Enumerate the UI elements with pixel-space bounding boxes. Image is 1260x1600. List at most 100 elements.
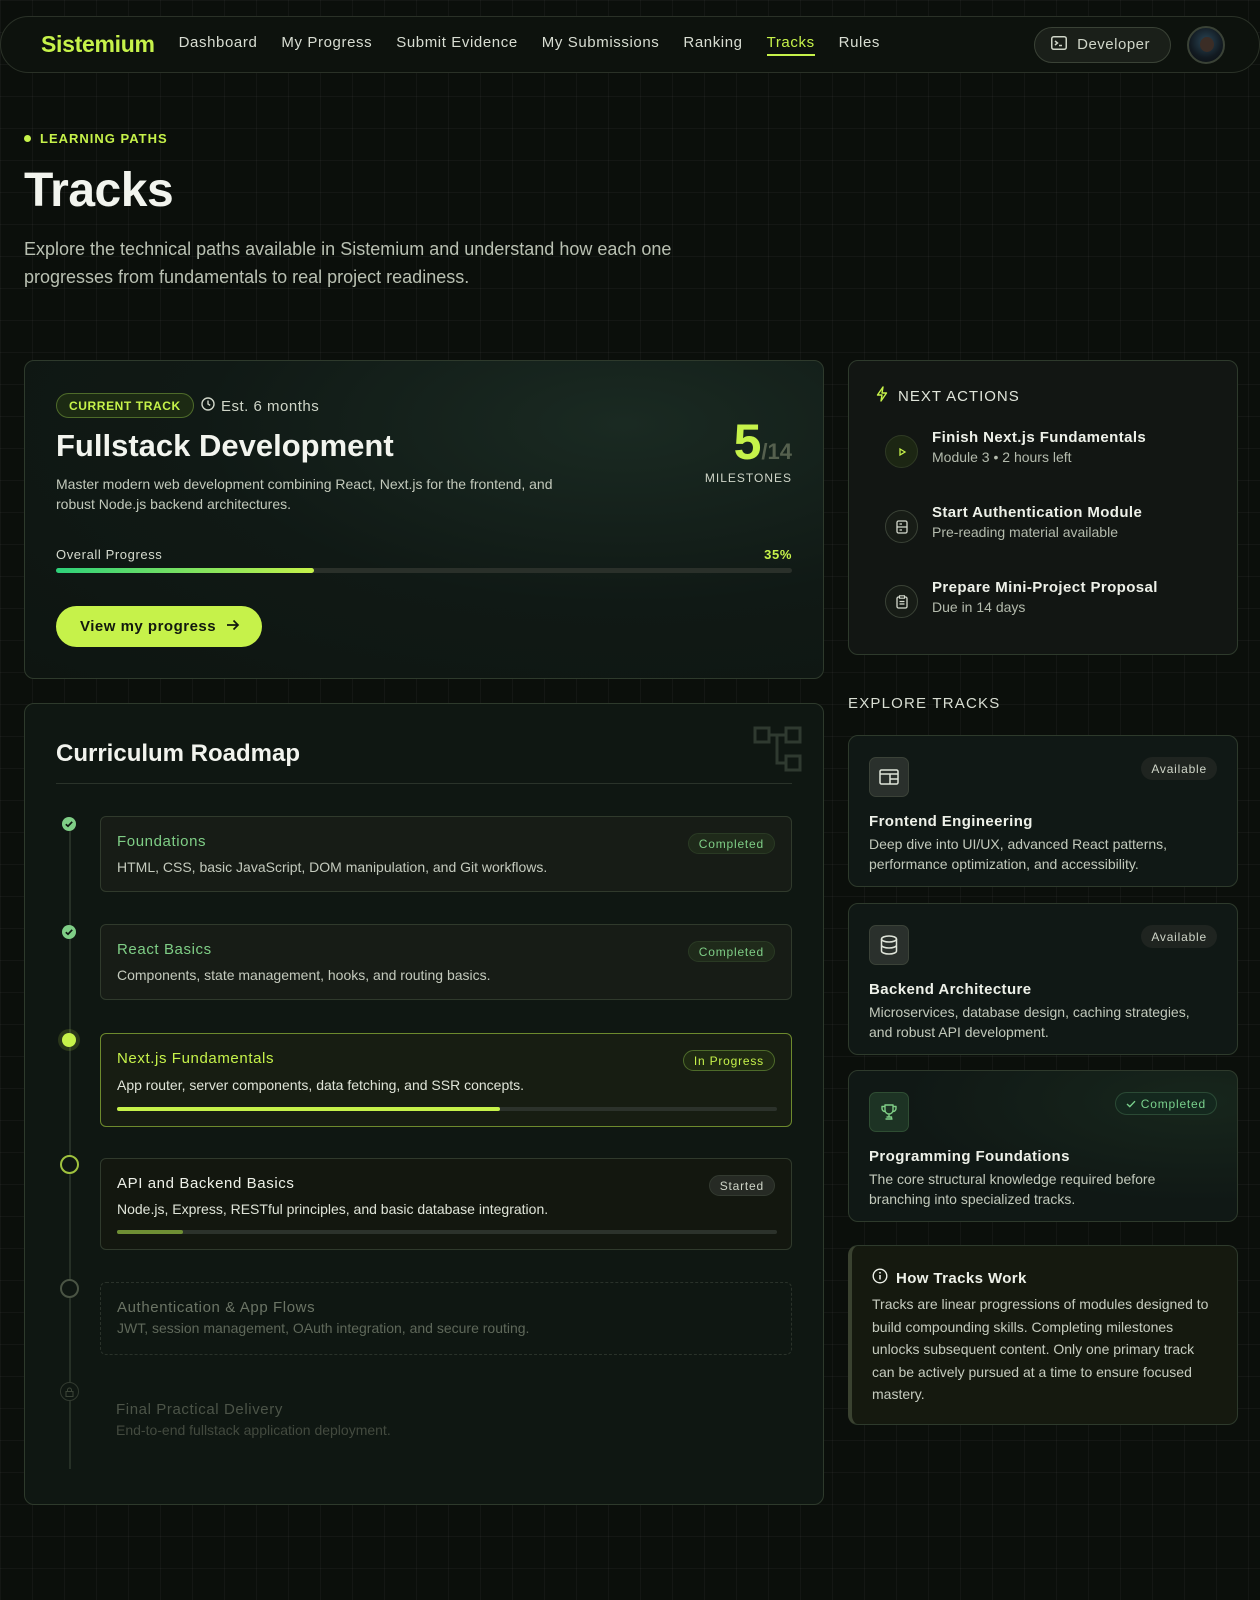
overall-progress-label: Overall Progress <box>56 547 163 562</box>
clipboard-icon <box>885 585 918 618</box>
roadmap-item-description: Node.js, Express, RESTful principles, an… <box>117 1201 549 1217</box>
roadmap-item-api-backend-basics[interactable]: API and Backend Basics Started Node.js, … <box>100 1158 792 1250</box>
play-icon <box>885 435 918 468</box>
database-icon <box>869 925 909 965</box>
check-circle-icon <box>62 817 76 831</box>
roadmap-item-final-delivery: Final Practical Delivery End-to-end full… <box>100 1385 792 1458</box>
nav-link-rules[interactable]: Rules <box>839 34 880 56</box>
next-action-subtitle: Pre-reading material available <box>932 524 1118 540</box>
how-tracks-work-card: How Tracks Work Tracks are linear progre… <box>848 1245 1238 1425</box>
next-action-title: Prepare Mini-Project Proposal <box>932 579 1158 596</box>
milestones-total: /14 <box>761 439 792 464</box>
availability-badge: Available <box>1141 757 1217 780</box>
page-eyebrow: LEARNING PATHS <box>24 131 168 146</box>
track-card-programming-foundations[interactable]: Completed Programming Foundations The co… <box>848 1070 1238 1222</box>
current-track-description: Master modern web development combining … <box>56 476 553 512</box>
how-tracks-work-header: How Tracks Work <box>872 1268 1027 1288</box>
next-action-item[interactable]: Finish Next.js Fundamentals Module 3 • 2 … <box>885 429 1146 468</box>
current-track-card: CURRENT TRACK Est. 6 months Fullstack De… <box>24 360 824 679</box>
completed-badge-label: Completed <box>1140 1096 1206 1111</box>
nav-links: Dashboard My Progress Submit Evidence My… <box>179 34 880 56</box>
current-track-badge: CURRENT TRACK <box>56 393 194 418</box>
track-name: Frontend Engineering <box>869 813 1033 830</box>
top-navbar: Sistemium Dashboard My Progress Submit E… <box>0 16 1260 73</box>
roadmap-item-name: Next.js Fundamentals <box>117 1050 275 1067</box>
roadmap-divider <box>56 783 792 784</box>
terminal-icon <box>1051 35 1068 54</box>
how-tracks-work-title: How Tracks Work <box>896 1269 1027 1287</box>
completed-badge: Completed <box>1114 1092 1217 1115</box>
track-name: Backend Architecture <box>869 981 1032 998</box>
nav-link-my-progress[interactable]: My Progress <box>281 34 372 56</box>
app-logo[interactable]: Sistemium <box>41 31 155 58</box>
page-description: Explore the technical paths available in… <box>24 239 672 287</box>
current-track-title: Fullstack Development <box>56 428 394 463</box>
server-icon <box>885 510 918 543</box>
track-card-frontend[interactable]: Available Frontend Engineering Deep dive… <box>848 735 1238 887</box>
developer-role-label: Developer <box>1077 36 1150 53</box>
next-action-subtitle: Due in 14 days <box>932 599 1026 615</box>
track-name: Programming Foundations <box>869 1148 1070 1165</box>
track-description: Microservices, database design, caching … <box>869 1004 1190 1040</box>
nav-link-my-submissions[interactable]: My Submissions <box>542 34 660 56</box>
roadmap-item-description: App router, server components, data fetc… <box>117 1077 525 1093</box>
next-actions-header: NEXT ACTIONS <box>876 386 1020 406</box>
nav-link-ranking[interactable]: Ranking <box>683 34 742 56</box>
next-actions-title: NEXT ACTIONS <box>898 387 1020 405</box>
track-card-backend[interactable]: Available Backend Architecture Microserv… <box>848 903 1238 1055</box>
roadmap-item-name: Foundations <box>117 833 207 850</box>
nav-link-tracks[interactable]: Tracks <box>766 34 815 56</box>
open-node-circle <box>60 1155 79 1174</box>
status-badge: Started <box>708 1175 775 1196</box>
track-description: The core structural knowledge required b… <box>869 1171 1156 1207</box>
arrow-right-icon <box>226 618 240 635</box>
lock-icon <box>60 1382 79 1401</box>
roadmap-item-foundations[interactable]: Foundations Completed HTML, CSS, basic J… <box>100 816 792 892</box>
roadmap-item-name: Authentication & App Flows <box>117 1299 316 1316</box>
next-actions-card: NEXT ACTIONS Finish Next.js Fundamentals… <box>848 360 1238 655</box>
roadmap-item-description: HTML, CSS, basic JavaScript, DOM manipul… <box>117 859 548 875</box>
user-avatar[interactable] <box>1187 25 1225 64</box>
next-action-title: Finish Next.js Fundamentals <box>932 429 1147 446</box>
status-badge: Completed <box>687 833 775 854</box>
nav-link-dashboard[interactable]: Dashboard <box>179 34 258 56</box>
layout-icon <box>869 757 909 797</box>
current-node-dot <box>62 1033 76 1047</box>
lightning-icon <box>876 386 888 406</box>
explore-tracks-title: EXPLORE TRACKS <box>848 695 1001 712</box>
developer-role-button[interactable]: Developer <box>1034 26 1171 63</box>
roadmap-item-react-basics[interactable]: React Basics Completed Components, state… <box>100 924 792 1000</box>
next-action-item[interactable]: Prepare Mini-Project Proposal Due in 14 d… <box>885 579 1158 618</box>
roadmap-title: Curriculum Roadmap <box>56 740 301 767</box>
roadmap-item-name: Final Practical Delivery <box>116 1401 283 1418</box>
info-icon <box>872 1268 888 1288</box>
clock-icon <box>201 397 215 415</box>
roadmap-structure-icon <box>753 726 803 777</box>
next-action-subtitle: Module 3 • 2 hours left <box>932 449 1072 465</box>
nav-link-submit-evidence[interactable]: Submit Evidence <box>396 34 518 56</box>
module-progress-fill <box>117 1107 500 1111</box>
roadmap-item-description: Components, state management, hooks, and… <box>117 967 491 983</box>
roadmap-item-name: API and Backend Basics <box>117 1175 295 1192</box>
next-action-item[interactable]: Start Authentication Module Pre-reading m… <box>885 504 1142 543</box>
milestones-label: MILESTONES <box>704 471 792 485</box>
track-estimate: Est. 6 months <box>201 397 319 415</box>
estimate-label: Est. 6 months <box>221 397 320 415</box>
overall-progress-bar <box>56 568 792 573</box>
overall-progress-fill <box>56 568 314 573</box>
view-my-progress-button[interactable]: View my progress <box>56 606 263 647</box>
view-progress-label: View my progress <box>80 618 217 635</box>
roadmap-item-description: End-to-end fullstack application deploym… <box>116 1422 391 1438</box>
check-icon <box>1126 1097 1136 1111</box>
status-badge: In Progress <box>682 1050 775 1071</box>
roadmap-item-nextjs-fundamentals[interactable]: Next.js Fundamentals In Progress App rou… <box>100 1033 792 1127</box>
page-title: Tracks <box>24 164 174 217</box>
roadmap-item-authentication[interactable]: Authentication & App Flows JWT, session … <box>100 1282 792 1355</box>
milestones-counter: 5/14 MILESTONES <box>705 417 792 485</box>
trophy-icon <box>869 1092 909 1132</box>
availability-badge: Available <box>1141 925 1217 948</box>
check-circle-icon <box>62 925 76 939</box>
next-action-title: Start Authentication Module <box>932 504 1143 521</box>
module-progress-bar <box>117 1230 777 1234</box>
roadmap-item-name: React Basics <box>117 941 212 958</box>
